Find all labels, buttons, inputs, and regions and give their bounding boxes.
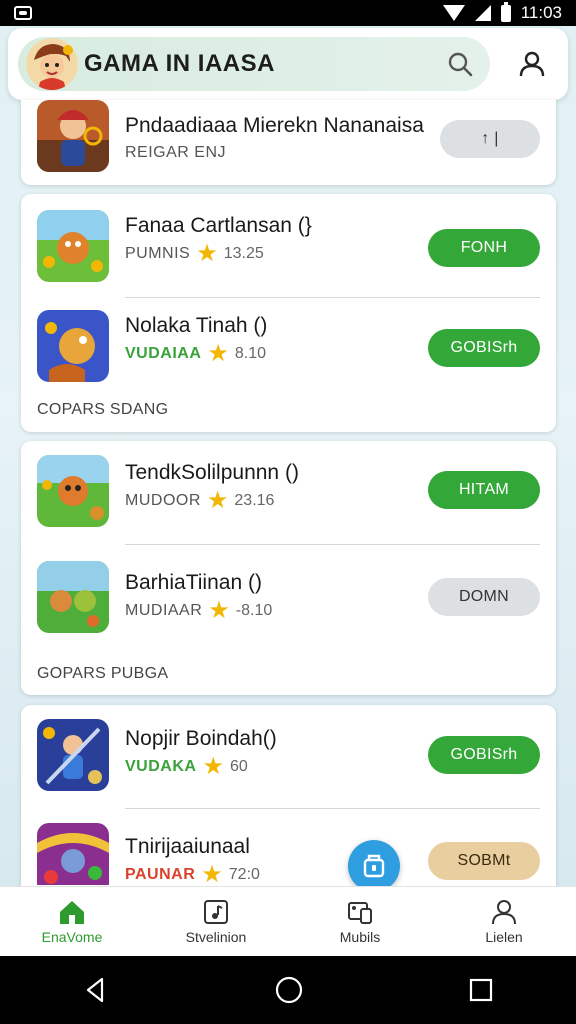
- search-bar[interactable]: GAMA IN IAASA: [18, 37, 490, 91]
- star-icon: ★: [206, 487, 229, 514]
- nav-mobiles[interactable]: Mubils: [288, 887, 432, 956]
- lock-fab-button[interactable]: [348, 840, 400, 892]
- status-bar: 11:03: [0, 0, 576, 26]
- list-item[interactable]: Nolaka Tinah () VUDAIAA ★ 8.10 GOBISrh: [21, 298, 556, 398]
- game-meta: VUDAIAA ★ 8.10: [125, 340, 267, 367]
- app-title: GAMA IN IAASA: [84, 50, 275, 77]
- game-meta: PAUNAR ★ 72:0: [125, 861, 260, 886]
- game-meta: MUDOOR ★ 23.16: [125, 487, 275, 514]
- status-time: 11:03: [520, 3, 562, 22]
- game-meta: MUDIAAR ★ -8.10: [125, 597, 273, 624]
- list-item[interactable]: Tnirijaaiunaal PAUNAR ★ 72:0 SOBMt: [21, 809, 556, 885]
- recents-icon[interactable]: [468, 977, 494, 1003]
- lock-icon: [363, 854, 385, 878]
- app-logo: [26, 38, 78, 90]
- update-button[interactable]: SOBMt: [428, 842, 540, 880]
- app-header: GAMA IN IAASA: [8, 28, 568, 100]
- featured-card: Pndaadiaaa Mierekn Nananaisa REIGAR ENJ …: [21, 100, 556, 185]
- search-icon[interactable]: [438, 42, 482, 86]
- home-icon: [60, 900, 84, 924]
- signal-icon: [474, 5, 491, 21]
- install-button[interactable]: FONH: [428, 229, 540, 267]
- install-button[interactable]: HITAM: [428, 471, 540, 509]
- list-item[interactable]: TendkSolilpunnn () MUDOOR ★ 23.16 HITAM: [21, 441, 556, 541]
- game-title: BarhiaTiinan (): [125, 571, 262, 594]
- game-title: Tnirijaaiunaal: [125, 835, 250, 858]
- system-navigation-bar: [0, 956, 576, 1024]
- game-list-card: Fanaa Cartlansan (} PUMNIS ★ 13.25 FONH …: [21, 194, 556, 432]
- game-icon: [37, 210, 109, 282]
- list-item[interactable]: Nopjir Boindah() VUDAKA ★ 60 GOBISrh: [21, 705, 556, 805]
- game-list-card: TendkSolilpunnn () MUDOOR ★ 23.16 HITAM …: [21, 441, 556, 695]
- open-button[interactable]: DOMN: [428, 578, 540, 616]
- list-item[interactable]: Fanaa Cartlansan (} PUMNIS ★ 13.25 FONH: [21, 194, 556, 294]
- profile-icon[interactable]: [510, 42, 554, 86]
- nav-label: Lielen: [485, 928, 523, 945]
- nav-label: EnaVome: [41, 928, 103, 945]
- install-button[interactable]: GOBISrh: [428, 329, 540, 367]
- star-icon: ★: [201, 861, 223, 886]
- game-title: TendkSolilpunnn (): [125, 461, 299, 484]
- section-label: COPARS SDANG: [37, 401, 169, 418]
- star-icon: ★: [208, 597, 230, 624]
- notification-icon: [14, 6, 32, 20]
- game-title: Nolaka Tinah (): [125, 314, 268, 337]
- wifi-icon: [442, 5, 465, 21]
- game-icon: [37, 310, 109, 382]
- game-icon: [37, 561, 109, 633]
- game-icon: [37, 719, 109, 791]
- home-circle-icon[interactable]: [274, 975, 304, 1005]
- install-button[interactable]: GOBISrh: [428, 736, 540, 774]
- nav-music[interactable]: Stvelinion: [144, 887, 288, 956]
- game-title: Fanaa Cartlansan (}: [125, 214, 312, 237]
- game-subtitle: REIGAR ENJ: [125, 144, 227, 161]
- game-icon: [37, 455, 109, 527]
- nav-profile[interactable]: Lielen: [432, 887, 576, 956]
- list-item[interactable]: BarhiaTiinan () MUDIAAR ★ -8.10 DOMN: [21, 545, 556, 645]
- star-icon: ★: [196, 240, 218, 267]
- nav-home[interactable]: EnaVome: [0, 887, 144, 956]
- game-title: Pndaadiaaa Mierekn Nananaisa: [125, 114, 424, 137]
- devices-icon: [348, 901, 372, 924]
- user-icon: [492, 899, 516, 924]
- star-icon: ★: [207, 340, 229, 367]
- battery-icon: [500, 1, 511, 22]
- nav-label: Mubils: [339, 928, 381, 945]
- bottom-navigation: EnaVome Stvelinion Mubils Lielen: [0, 886, 576, 956]
- nav-label: Stvelinion: [185, 928, 247, 945]
- back-icon[interactable]: [82, 976, 110, 1004]
- game-title: Nopjir Boindah(): [125, 727, 277, 750]
- star-icon: ★: [202, 753, 224, 780]
- action-button[interactable]: ↑ |: [440, 120, 540, 158]
- game-meta: PUMNIS ★ 13.25: [125, 240, 264, 267]
- section-label: GOPARS PUBGA: [37, 665, 169, 682]
- game-list-card: Nopjir Boindah() VUDAKA ★ 60 GOBISrh Tni…: [21, 705, 556, 905]
- list-item[interactable]: Pndaadiaaa Mierekn Nananaisa REIGAR ENJ …: [21, 100, 556, 185]
- music-icon: [204, 899, 228, 924]
- game-icon: [37, 823, 109, 885]
- game-icon: [37, 100, 109, 172]
- game-meta: VUDAKA ★ 60: [125, 753, 248, 780]
